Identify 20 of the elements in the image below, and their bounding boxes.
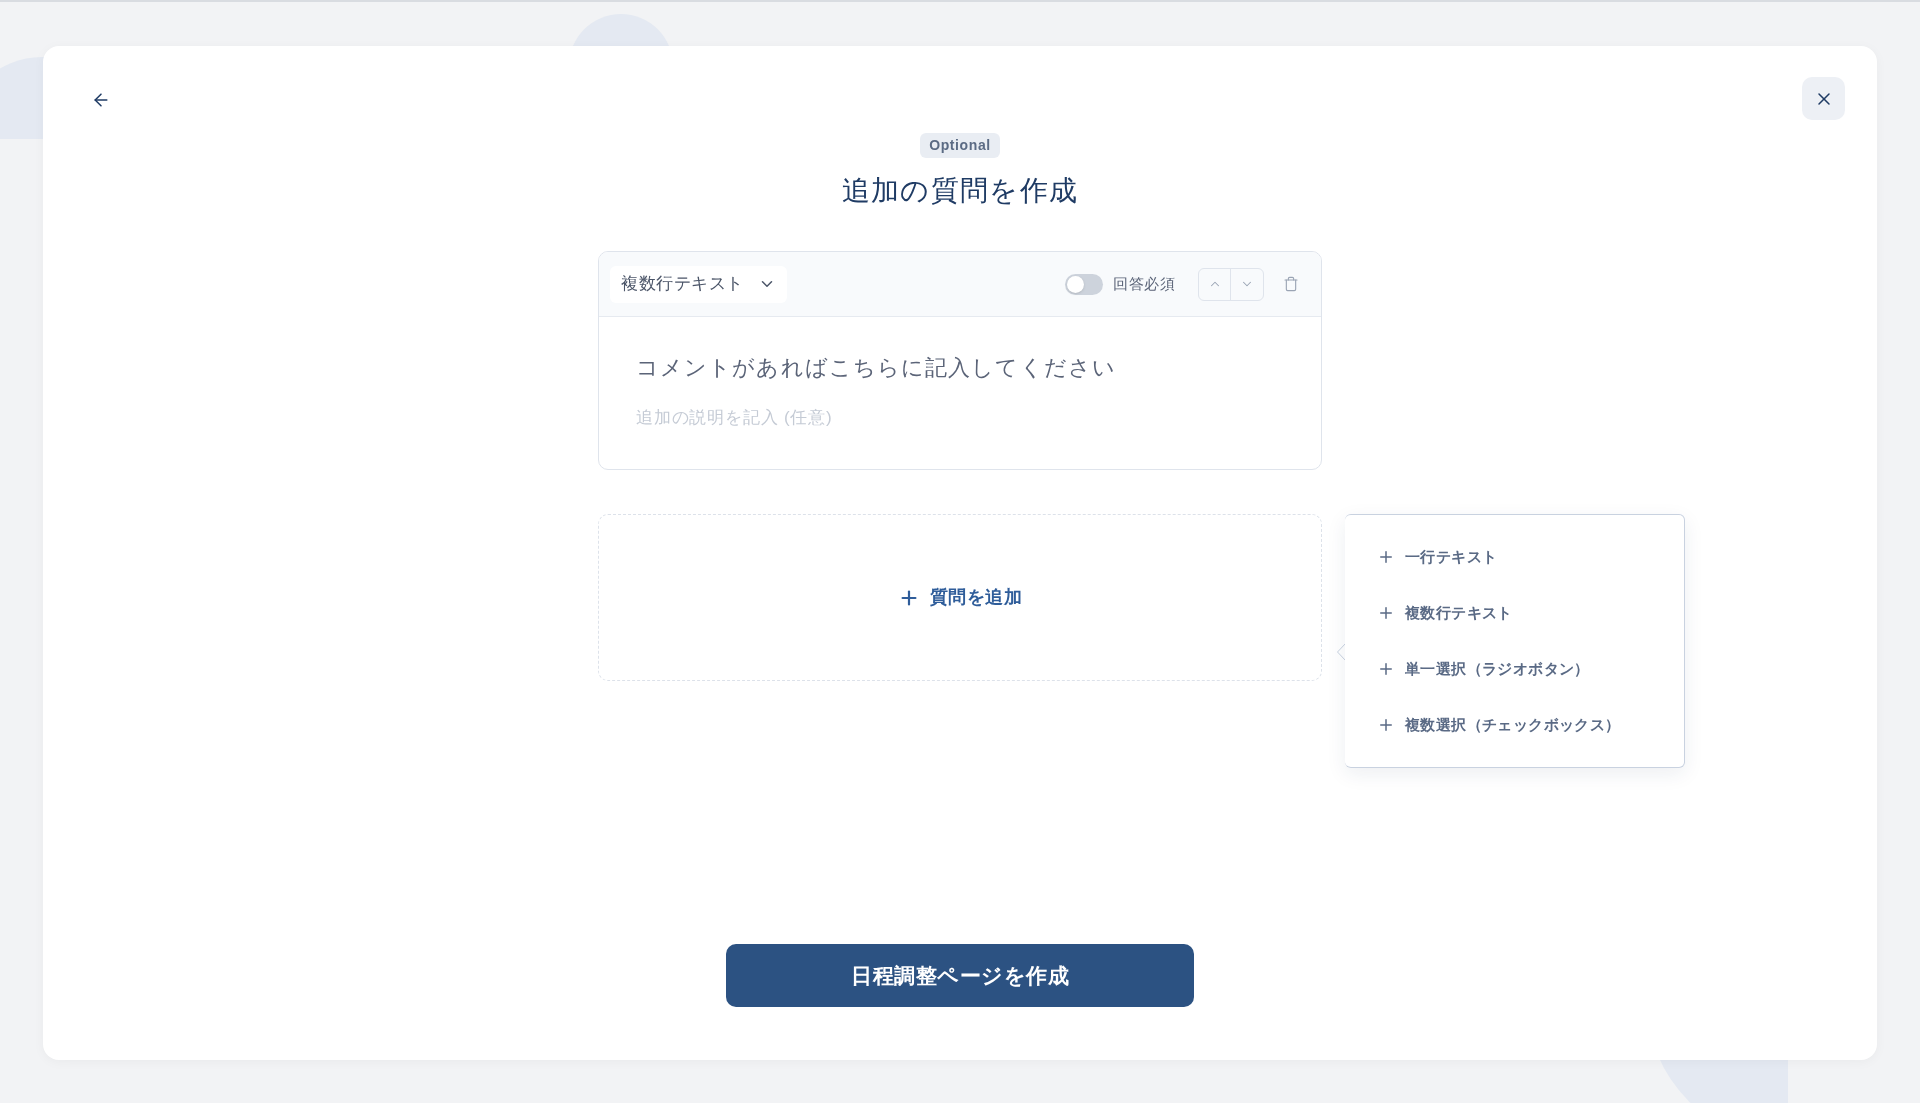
delete-button[interactable]	[1282, 275, 1300, 293]
menu-item[interactable]: 複数選択（チェックボックス）	[1369, 702, 1629, 748]
optional-badge: Optional	[920, 133, 1000, 158]
plus-icon	[1377, 716, 1395, 734]
required-toggle[interactable]	[1064, 273, 1103, 295]
trash-icon	[1283, 276, 1299, 292]
menu-item[interactable]: 複数行テキスト	[1369, 590, 1521, 636]
menu-item[interactable]: 一行テキスト	[1369, 534, 1506, 580]
close-button[interactable]	[1802, 77, 1845, 120]
required-label: 回答必須	[1112, 273, 1176, 294]
create-page-button[interactable]: 日程調整ページを作成	[726, 944, 1194, 1007]
plus-icon	[1377, 660, 1395, 678]
plus-icon	[1377, 604, 1395, 622]
menu-item[interactable]: 単一選択（ラジオボタン）	[1369, 646, 1598, 692]
plus-icon	[1377, 548, 1395, 566]
question-title-field[interactable]: コメントがあればこちらに記入してください	[636, 353, 1284, 383]
question-type-dropdown[interactable]: 複数行テキスト	[610, 265, 787, 303]
page-title: 追加の質問を作成	[841, 174, 1079, 208]
add-question-button[interactable]: 質問を追加	[598, 514, 1322, 681]
description-field[interactable]: 追加の説明を記入 (任意)	[636, 405, 1236, 431]
